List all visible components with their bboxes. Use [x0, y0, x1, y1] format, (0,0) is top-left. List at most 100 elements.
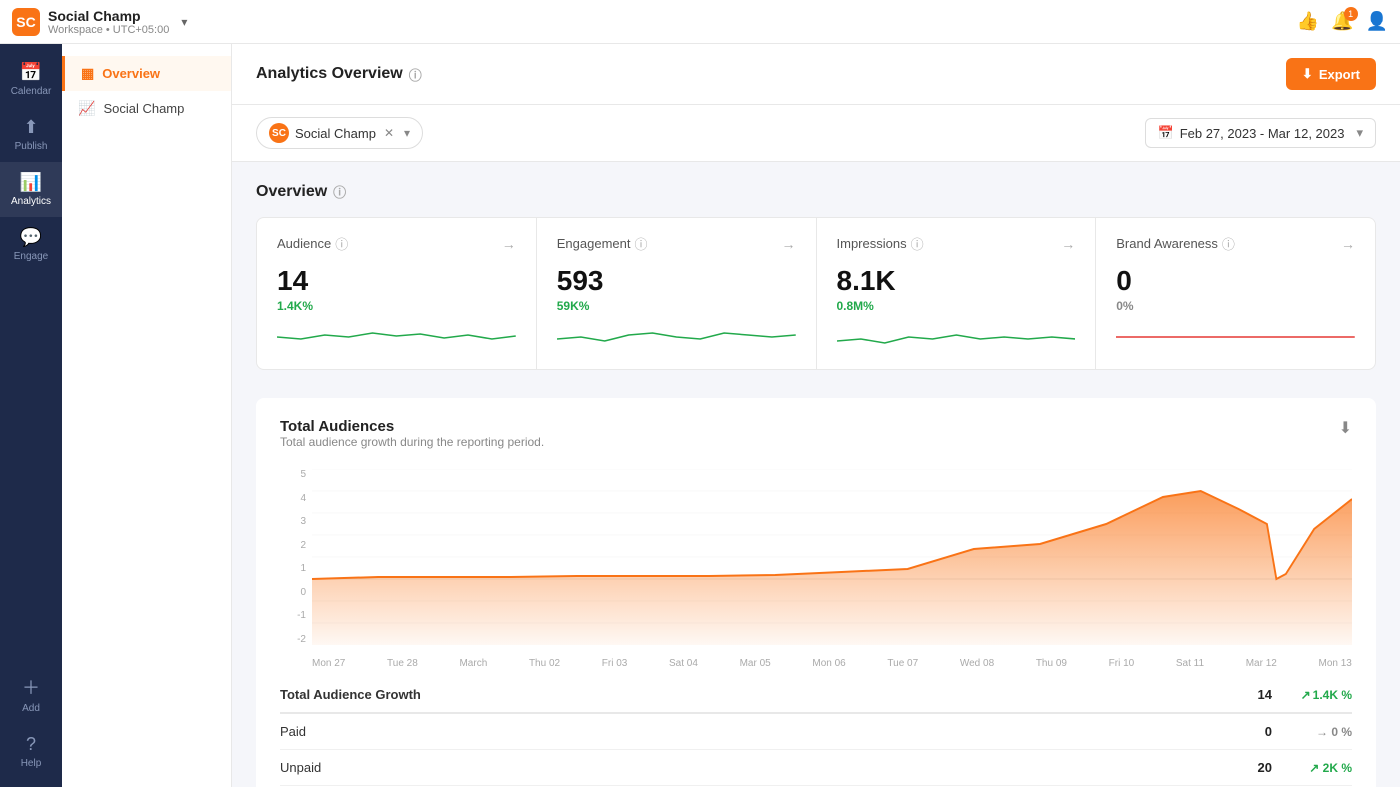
export-label: Export	[1319, 67, 1360, 82]
brand-awareness-info-icon[interactable]: ⓘ	[1222, 234, 1235, 253]
chip-chevron-icon[interactable]: ▾	[404, 126, 410, 140]
metric-header-audience: Audience ⓘ →	[277, 234, 516, 253]
x-label-mar05: Mar 05	[740, 658, 771, 669]
account-chip-name: Social Champ	[295, 126, 376, 141]
user-avatar-icon[interactable]: 👤	[1366, 11, 1388, 32]
metric-value-engagement: 593	[557, 265, 796, 297]
x-label-thu09: Thu 09	[1036, 658, 1067, 669]
notifications-button[interactable]: 🔔 1	[1331, 11, 1353, 32]
analytics-title-text: Analytics Overview	[256, 65, 403, 83]
metric-value-impressions: 8.1K	[837, 265, 1076, 297]
x-label-mon06: Mon 06	[812, 658, 845, 669]
x-label-mar12: Mar 12	[1246, 658, 1277, 669]
engagement-arrow-icon[interactable]: →	[782, 236, 796, 252]
overview-title-text: Overview	[256, 183, 327, 201]
y-label-4: 4	[300, 493, 310, 504]
growth-row-paid-label: Paid	[280, 724, 1212, 739]
growth-header-value: 14	[1212, 687, 1272, 702]
help-icon: ?	[26, 734, 36, 755]
sidebar-item-calendar[interactable]: 📅 Calendar	[0, 52, 62, 107]
topbar-right: 👍 🔔 1 👤	[1297, 11, 1388, 32]
chip-close-icon[interactable]: ✕	[384, 126, 394, 140]
metric-label-impressions: Impressions ⓘ	[837, 234, 924, 253]
date-picker[interactable]: 📅 Feb 27, 2023 - Mar 12, 2023 ▾	[1145, 118, 1377, 148]
metric-change-engagement: 59K%	[557, 299, 796, 313]
sidebar-label-engage: Engage	[14, 251, 48, 262]
sidebar-item-publish[interactable]: ⬆ Publish	[0, 107, 62, 162]
app-brand: Social Champ Workspace • UTC+05:00	[48, 8, 169, 36]
audiences-header: Total Audiences Total audience growth du…	[280, 418, 1352, 465]
growth-row-unpaid-change: ↗ 2K %	[1272, 761, 1352, 775]
audience-arrow-icon[interactable]: →	[502, 236, 516, 252]
chart-yaxis: 5 4 3 2 1 0 -1 -2	[280, 469, 310, 645]
metric-header-engagement: Engagement ⓘ →	[557, 234, 796, 253]
analytics-info-icon[interactable]: ⓘ	[409, 65, 422, 84]
metric-chart-brand-awareness	[1116, 317, 1355, 353]
add-icon: ＋	[22, 674, 40, 700]
metric-card-engagement: Engagement ⓘ → 593 59K%	[537, 218, 816, 369]
engage-icon: 💬	[20, 227, 42, 248]
download-chart-icon[interactable]: ⬇	[1339, 418, 1352, 438]
brand-awareness-arrow-icon[interactable]: →	[1341, 236, 1355, 252]
account-chip[interactable]: SC Social Champ ✕ ▾	[256, 117, 423, 149]
app-name: Social Champ	[48, 8, 169, 24]
impressions-arrow-icon[interactable]: →	[1061, 236, 1075, 252]
sidebar-label-publish: Publish	[15, 141, 48, 152]
publish-icon: ⬆	[23, 117, 38, 138]
metric-change-impressions: 0.8M%	[837, 299, 1076, 313]
growth-table: Total Audience Growth 14 ↗ 1.4K % Paid 0…	[280, 677, 1352, 787]
sub-nav-social-champ[interactable]: 📈 Social Champ	[62, 91, 231, 126]
metric-card-audience: Audience ⓘ → 14 1.4K%	[257, 218, 536, 369]
growth-header-label: Total Audience Growth	[280, 687, 1212, 702]
sidebar-label-analytics: Analytics	[11, 196, 51, 207]
y-label-3: 3	[300, 516, 310, 527]
sidebar-item-engage[interactable]: 💬 Engage	[0, 217, 62, 272]
overview-section-title: Overview ⓘ	[256, 182, 1376, 201]
audiences-section: Total Audiences Total audience growth du…	[256, 398, 1376, 787]
sub-nav-social-champ-label: Social Champ	[103, 101, 184, 116]
x-label-fri03: Fri 03	[602, 658, 628, 669]
growth-row-unpaid-value: 20	[1212, 760, 1272, 775]
metric-label-audience: Audience ⓘ	[277, 234, 348, 253]
impressions-info-icon[interactable]: ⓘ	[911, 234, 924, 253]
thumbs-icon[interactable]: 👍	[1297, 11, 1319, 32]
metric-label-engagement: Engagement ⓘ	[557, 234, 648, 253]
x-label-sat11: Sat 11	[1176, 658, 1204, 669]
audience-info-icon[interactable]: ⓘ	[335, 234, 348, 253]
growth-header-change-text: 1.4K %	[1313, 688, 1352, 702]
sidebar-item-analytics[interactable]: 📊 Analytics	[0, 162, 62, 217]
analytics-header: Analytics Overview ⓘ ⬇ Export	[232, 44, 1400, 105]
y-label-1: 1	[300, 563, 310, 574]
x-label-sat04: Sat 04	[669, 658, 698, 669]
engagement-info-icon[interactable]: ⓘ	[634, 234, 647, 253]
chart-container: 5 4 3 2 1 0 -1 -2	[280, 469, 1352, 669]
sidebar-item-help[interactable]: ? Help	[21, 724, 42, 779]
metric-change-brand-awareness: 0%	[1116, 299, 1355, 313]
x-label-fri10: Fri 10	[1109, 658, 1135, 669]
growth-row-unpaid-label: Unpaid	[280, 760, 1212, 775]
x-label-tue07: Tue 07	[887, 658, 918, 669]
sidebar-item-add[interactable]: ＋ Add	[21, 664, 42, 724]
content-area: ▦ Overview 📈 Social Champ Analytics Over…	[62, 44, 1400, 787]
x-label-wed08: Wed 08	[960, 658, 994, 669]
metric-label-brand-awareness: Brand Awareness ⓘ	[1116, 234, 1235, 253]
y-label-neg1: -1	[297, 610, 310, 621]
metric-header-brand-awareness: Brand Awareness ⓘ →	[1116, 234, 1355, 253]
x-label-tue28: Tue 28	[387, 658, 418, 669]
growth-row-paid-change: → 0 %	[1272, 725, 1352, 739]
analytics-body: Overview ⓘ Audience ⓘ → 1	[232, 162, 1400, 787]
growth-table-row-unpaid: Unpaid 20 ↗ 2K %	[280, 750, 1352, 786]
export-button[interactable]: ⬇ Export	[1286, 58, 1376, 90]
metric-value-brand-awareness: 0	[1116, 265, 1355, 297]
brand-chevron-icon[interactable]: ▾	[181, 15, 187, 29]
app-logo: SC	[12, 8, 40, 36]
growth-header-arrow: ↗	[1301, 688, 1311, 702]
calendar-icon: 📅	[20, 62, 42, 83]
overview-info-icon[interactable]: ⓘ	[333, 182, 346, 201]
metric-card-impressions: Impressions ⓘ → 8.1K 0.8M%	[817, 218, 1096, 369]
growth-row-paid-value: 0	[1212, 724, 1272, 739]
audiences-subtitle: Total audience growth during the reporti…	[280, 435, 544, 449]
filter-bar: SC Social Champ ✕ ▾ 📅 Feb 27, 2023 - Mar…	[232, 105, 1400, 162]
sub-nav-overview[interactable]: ▦ Overview	[62, 56, 231, 91]
area-chart-svg	[312, 469, 1352, 645]
